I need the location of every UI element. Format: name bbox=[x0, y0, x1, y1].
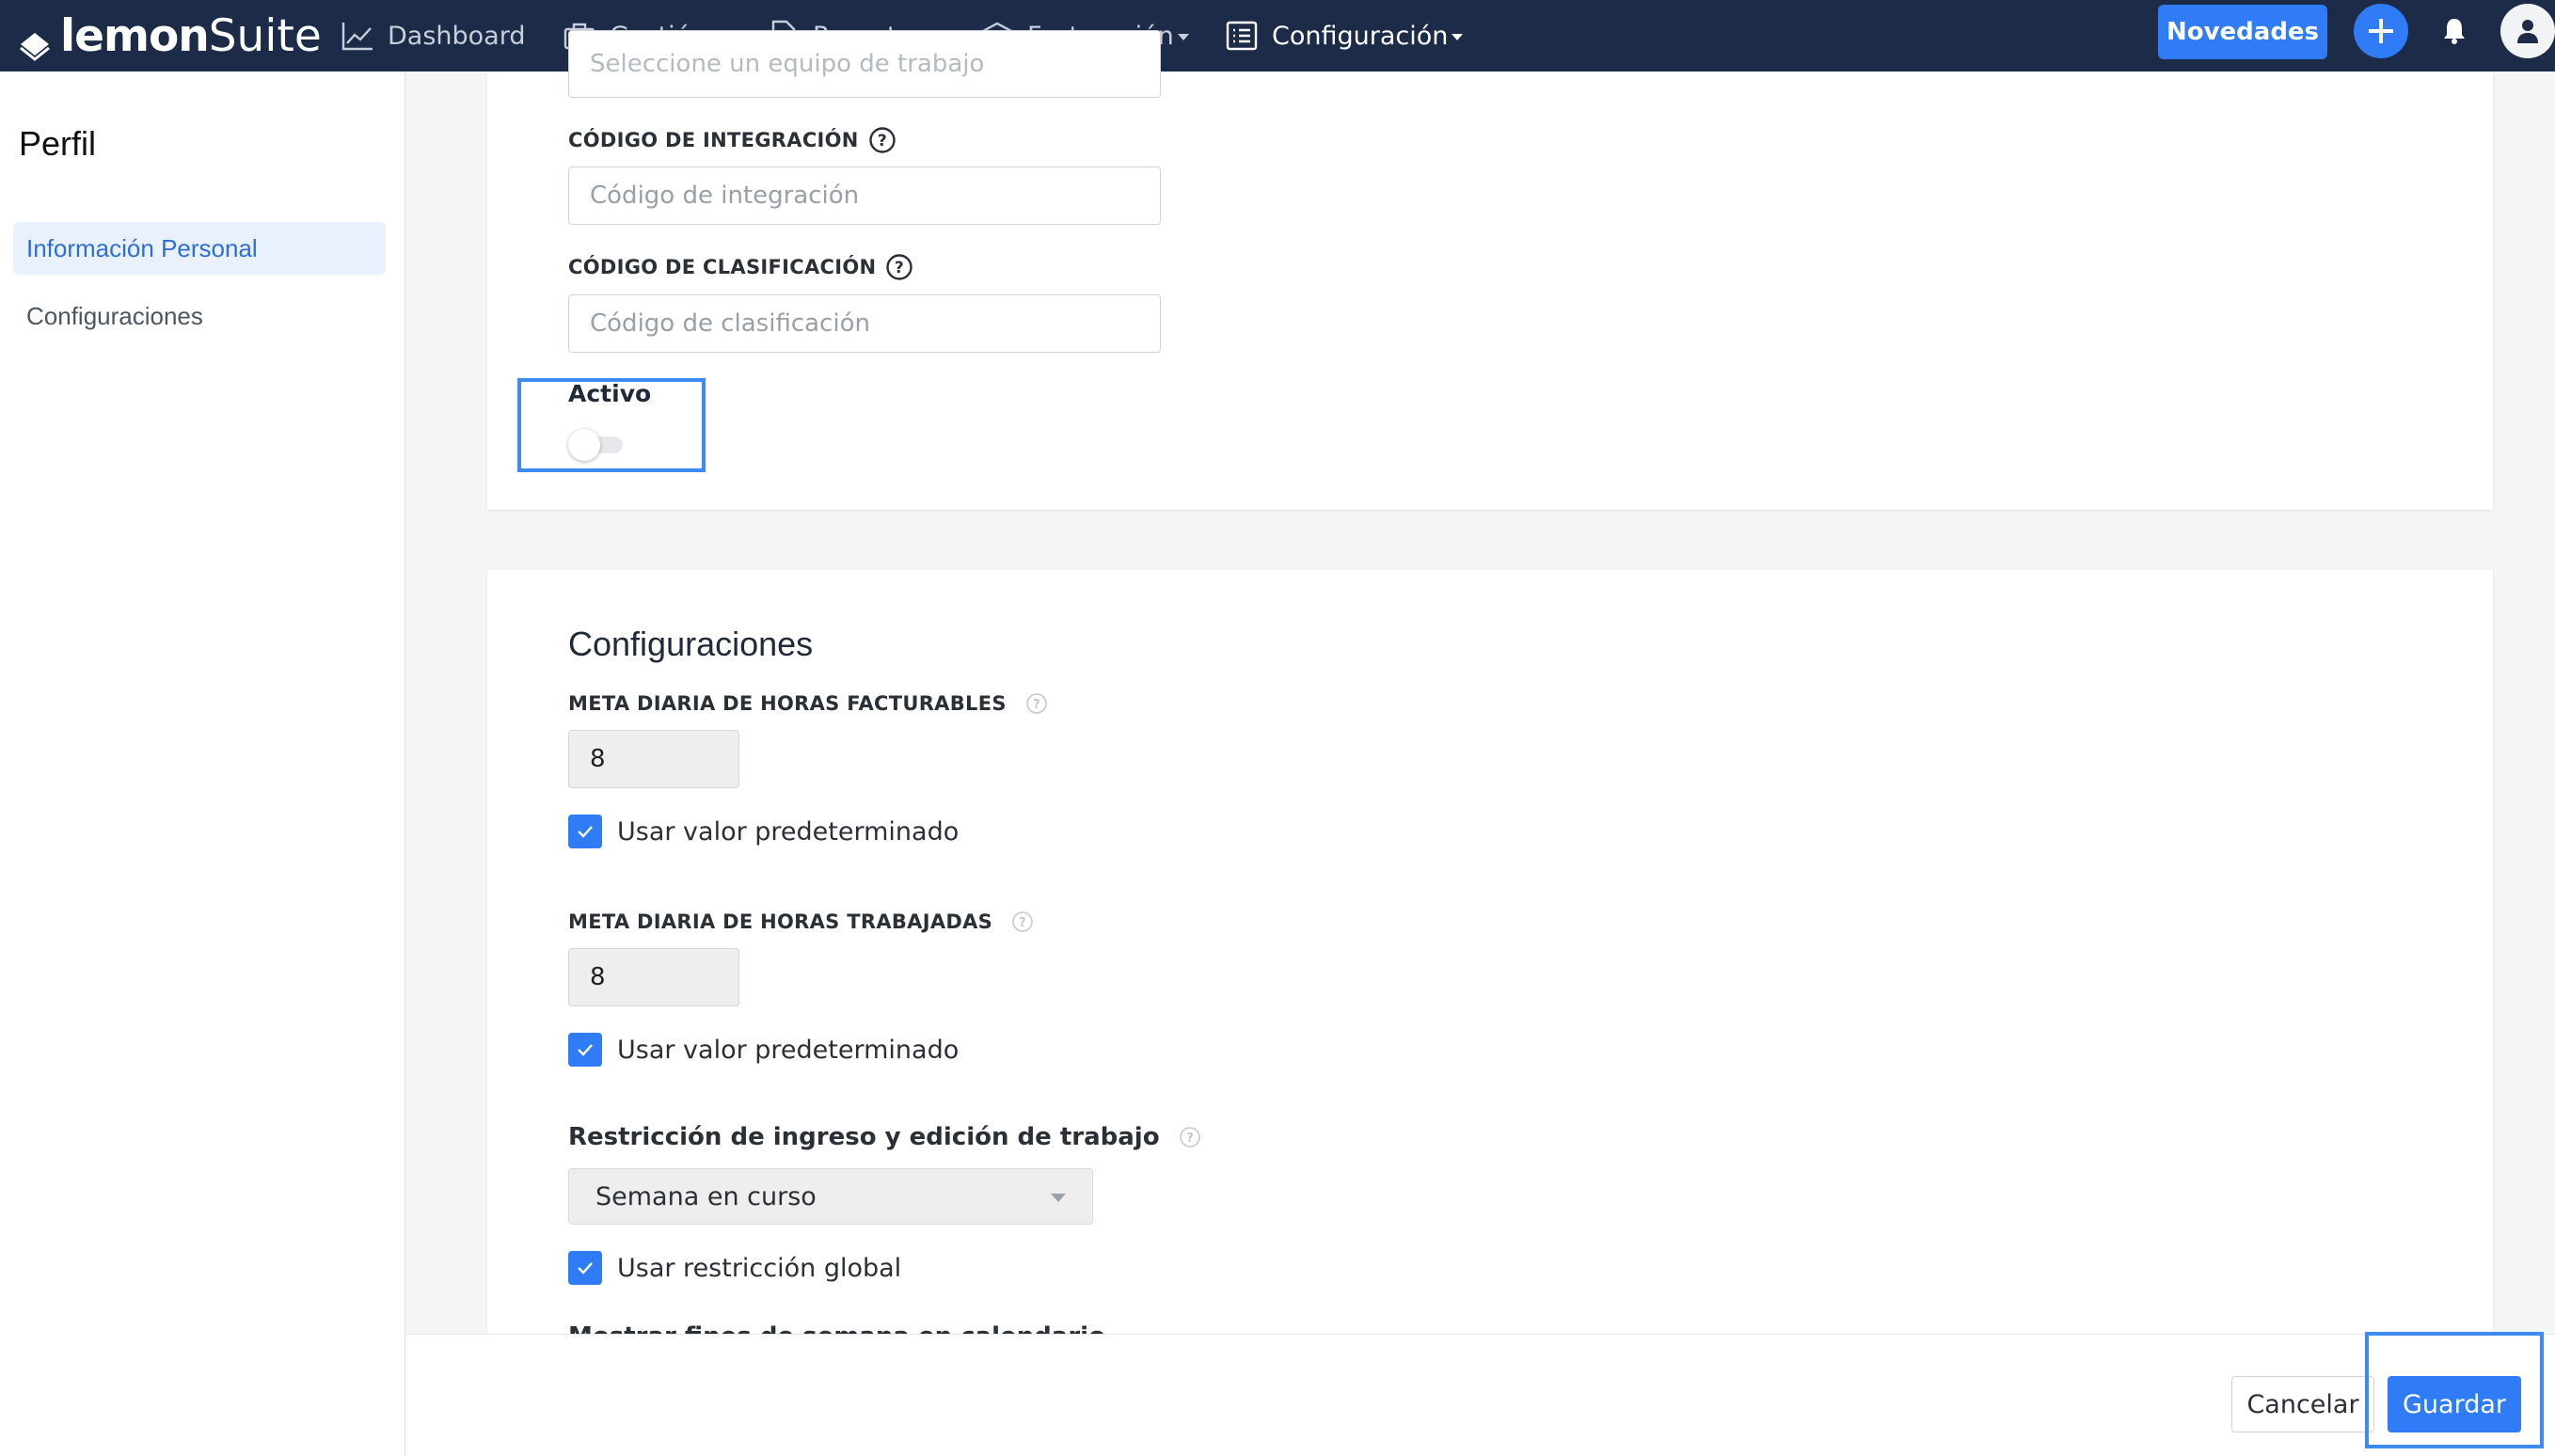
restriction-label: Restricción de ingreso y edición de trab… bbox=[568, 1123, 1201, 1151]
sidebar-title: Perfil bbox=[19, 124, 97, 163]
billable-default-checkbox[interactable]: Usar valor predeterminado bbox=[568, 815, 959, 848]
highlight-active-toggle bbox=[517, 378, 706, 472]
help-icon[interactable]: ? bbox=[1179, 1126, 1201, 1148]
nav-configuracion[interactable]: Configuración bbox=[1225, 13, 1464, 58]
plus-icon bbox=[2369, 19, 2393, 43]
sidebar-item-informacion-personal[interactable]: Información Personal bbox=[13, 222, 386, 275]
svg-text:?: ? bbox=[1033, 698, 1040, 712]
classification-code-label: CÓDIGO DE CLASIFICACIÓN ? bbox=[568, 253, 913, 281]
worked-default-checkbox[interactable]: Usar valor predeterminado bbox=[568, 1033, 959, 1067]
svg-text:?: ? bbox=[895, 259, 904, 277]
global-restriction-checkbox[interactable]: Usar restricción global bbox=[568, 1251, 901, 1285]
svg-text:?: ? bbox=[1019, 916, 1026, 930]
personal-info-card: Seleccione un equipo de trabajo CÓDIGO D… bbox=[487, 30, 2493, 510]
billable-hours-input[interactable]: 8 bbox=[568, 730, 739, 788]
chevron-down-icon bbox=[1051, 1194, 1066, 1202]
help-icon[interactable]: ? bbox=[1025, 692, 1048, 715]
profile-sidebar: Perfil Información Personal Configuracio… bbox=[0, 71, 405, 1456]
settings-title: Configuraciones bbox=[568, 625, 814, 663]
classification-code-input[interactable]: Código de clasificación bbox=[568, 294, 1161, 353]
brand-name-light: Suite bbox=[208, 9, 322, 62]
restriction-label-text: Restricción de ingreso y edición de trab… bbox=[568, 1123, 1160, 1151]
billable-hours-label-text: META DIARIA DE HORAS FACTURABLES bbox=[568, 692, 1007, 715]
integration-code-label-text: CÓDIGO DE INTEGRACIÓN bbox=[568, 129, 859, 151]
user-menu-button[interactable] bbox=[2500, 4, 2555, 58]
classification-code-placeholder: Código de clasificación bbox=[590, 309, 870, 338]
worked-hours-input[interactable]: 8 bbox=[568, 948, 739, 1006]
chevron-down-icon bbox=[1452, 34, 1464, 40]
help-icon[interactable]: ? bbox=[868, 126, 897, 154]
add-button[interactable] bbox=[2354, 4, 2408, 58]
worked-default-label: Usar valor predeterminado bbox=[617, 1035, 960, 1065]
nav-configuracion-label: Configuración bbox=[1272, 21, 1449, 51]
bell-icon bbox=[2444, 19, 2465, 44]
nav-dashboard-label: Dashboard bbox=[388, 21, 526, 51]
restriction-select[interactable]: Semana en curso bbox=[568, 1168, 1093, 1225]
top-navbar: lemonSuite Dashboard Gestión Reportes $ … bbox=[0, 0, 2555, 71]
novedades-button[interactable]: Novedades bbox=[2158, 5, 2327, 59]
checkbox-checked[interactable] bbox=[568, 1251, 602, 1285]
help-icon[interactable]: ? bbox=[885, 253, 913, 281]
check-icon bbox=[578, 1044, 593, 1056]
billable-default-label: Usar valor predeterminado bbox=[617, 816, 960, 847]
check-icon bbox=[578, 1262, 593, 1274]
sidebar-item-configuraciones[interactable]: Configuraciones bbox=[13, 290, 386, 342]
team-select[interactable]: Seleccione un equipo de trabajo bbox=[568, 30, 1161, 98]
worked-hours-label-text: META DIARIA DE HORAS TRABAJADAS bbox=[568, 910, 993, 933]
diamond-logo-icon bbox=[19, 22, 50, 61]
notifications-button[interactable] bbox=[2427, 4, 2482, 58]
list-icon bbox=[1226, 21, 1258, 51]
svg-text:?: ? bbox=[1186, 1132, 1194, 1146]
lemonsuite-logo[interactable]: lemon Suite bbox=[19, 8, 322, 64]
integration-code-placeholder: Código de integración bbox=[590, 182, 860, 210]
check-icon bbox=[578, 826, 593, 838]
classification-code-label-text: CÓDIGO DE CLASIFICACIÓN bbox=[568, 256, 877, 278]
team-select-placeholder: Seleccione un equipo de trabajo bbox=[590, 50, 985, 78]
billable-hours-label: META DIARIA DE HORAS FACTURABLES ? bbox=[568, 692, 1048, 715]
settings-card: Configuraciones META DIARIA DE HORAS FAC… bbox=[487, 570, 2493, 1351]
brand-name-bold: lemon bbox=[60, 9, 210, 62]
cancel-button[interactable]: Cancelar bbox=[2231, 1376, 2374, 1432]
checkbox-checked[interactable] bbox=[568, 815, 602, 848]
worked-hours-label: META DIARIA DE HORAS TRABAJADAS ? bbox=[568, 910, 1034, 933]
integration-code-label: CÓDIGO DE INTEGRACIÓN ? bbox=[568, 126, 897, 154]
checkbox-checked[interactable] bbox=[568, 1033, 602, 1067]
restriction-select-value: Semana en curso bbox=[595, 1181, 817, 1211]
help-icon[interactable]: ? bbox=[1011, 910, 1034, 933]
integration-code-input[interactable]: Código de integración bbox=[568, 166, 1161, 225]
svg-text:?: ? bbox=[878, 132, 887, 150]
user-icon bbox=[2517, 20, 2538, 43]
global-restriction-label: Usar restricción global bbox=[617, 1253, 902, 1283]
highlight-save-button bbox=[2365, 1332, 2544, 1448]
chevron-down-icon bbox=[1177, 34, 1189, 40]
nav-dashboard[interactable]: Dashboard bbox=[341, 13, 525, 58]
chart-line-icon bbox=[341, 23, 373, 51]
